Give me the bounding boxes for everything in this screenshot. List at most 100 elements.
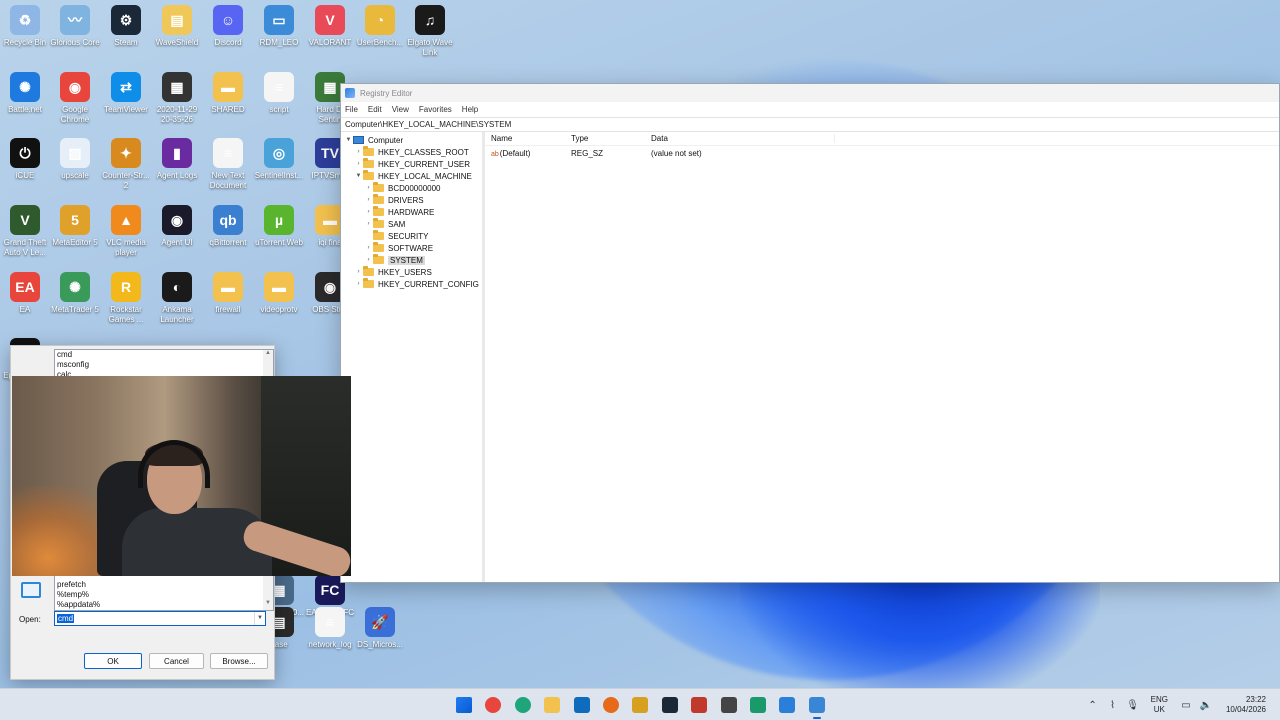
tree-item-sam[interactable]: › SAM [341,218,482,230]
tree-item-hkey-users[interactable]: › HKEY_USERS [341,266,482,278]
desktop-icon[interactable]: ♫ Elgato Wave Link [405,5,455,58]
clock[interactable]: 23:22 10/04/2026 [1226,695,1266,715]
desktop-icon[interactable]: ▲ VLC media player [101,205,151,258]
tree-item-hkey-classes-root[interactable]: › HKEY_CLASSES_ROOT [341,146,482,158]
desktop-icon[interactable]: ✺ Battle.net [0,72,50,115]
desktop-icon[interactable]: ▭ RDM_LEO [254,5,304,48]
menu-favorites[interactable]: Favorites [419,105,452,114]
column-type[interactable]: Type [565,134,645,143]
desktop-icon[interactable]: ✦ Counter-Str... 2 [101,138,151,191]
menu-help[interactable]: Help [462,105,478,114]
open-input[interactable]: cmd ▼ [54,611,266,626]
desktop-icon[interactable]: qb qBittorrent [203,205,253,248]
desktop-icon[interactable]: V VALORANT [305,5,355,48]
desktop-icon[interactable]: ≡ network_log [305,607,355,650]
network-icon[interactable]: ⌇ [1106,700,1120,711]
chevron-right-icon[interactable]: › [364,221,373,227]
address-bar[interactable]: Computer\HKEY_LOCAL_MACHINE\SYSTEM [341,117,1279,132]
scroll-up-icon[interactable]: ▲ [263,350,273,360]
desktop-icon[interactable]: 〰 Glorious Core [50,5,100,48]
volume-icon[interactable]: 🔈 [1199,700,1213,711]
microphone-icon[interactable]: 🎙 [1126,700,1140,711]
history-item[interactable]: %appdata% [55,600,263,610]
chevron-right-icon[interactable]: › [354,149,363,155]
chevron-right-icon[interactable]: › [364,209,373,215]
history-item[interactable]: %temp% [55,590,263,600]
activity-icon[interactable] [721,697,737,713]
desktop-icon[interactable]: ◉ Agent UI [152,205,202,248]
desktop-icon[interactable]: ▮ Agent Logs [152,138,202,181]
desktop-icon[interactable]: ◔ UserBench... [355,5,405,48]
display-icon[interactable]: ▭ [1179,700,1193,711]
tree-item-hkey-local-machine[interactable]: ▼ HKEY_LOCAL_MACHINE [341,170,482,182]
desktop-icon[interactable]: ☺ Discord [203,5,253,48]
menu-file[interactable]: File [345,105,358,114]
open-input-value[interactable]: cmd [57,614,75,623]
column-data[interactable]: Data [645,134,835,143]
chevron-right-icon[interactable]: › [354,161,363,167]
edge-icon[interactable] [515,697,531,713]
app-blue-icon[interactable] [779,697,795,713]
acrobat-icon[interactable] [691,697,707,713]
metaeditor-icon[interactable] [632,697,648,713]
value-row[interactable]: ab(Default) REG_SZ (value not set) [485,146,1279,160]
app-green-icon[interactable] [750,697,766,713]
chevron-right-icon[interactable]: › [364,185,373,191]
chevron-down-icon[interactable]: ▼ [254,612,265,625]
chevron-right-icon[interactable]: › [364,245,373,251]
tree-item-hardware[interactable]: › HARDWARE [341,206,482,218]
desktop-icon[interactable]: ◉ Google Chrome [50,72,100,125]
desktop-icon[interactable]: ◎ SentinelInst... [254,138,304,181]
tree-item-computer[interactable]: ▼ Computer [341,134,482,146]
chevron-right-icon[interactable]: › [364,257,373,263]
tree-item-bcd00000000[interactable]: › BCD00000000 [341,182,482,194]
ok-button[interactable]: OK [84,653,142,669]
desktop-icon[interactable]: EA EA [0,272,50,315]
scroll-down-icon[interactable]: ▼ [263,600,273,610]
title-bar[interactable]: Registry Editor [341,84,1279,102]
tree-item-drivers[interactable]: › DRIVERS [341,194,482,206]
tree-item-hkey-current-user[interactable]: › HKEY_CURRENT_USER [341,158,482,170]
regedit-taskbar-icon[interactable] [809,697,825,719]
desktop-icon[interactable]: V Grand Theft Auto V Le... [0,205,50,258]
chevron-up-icon[interactable]: ⌃ [1086,700,1100,711]
tree-item-hkey-current-config[interactable]: › HKEY_CURRENT_CONFIG [341,278,482,290]
chrome-icon[interactable] [485,697,501,713]
desktop-icon[interactable]: ≡ script [254,72,304,115]
desktop-icon[interactable]: ⚙ Steam [101,5,151,48]
chevron-down-icon[interactable]: ▼ [344,137,353,143]
chevron-down-icon[interactable]: ▼ [354,173,363,179]
outlook-icon[interactable] [574,697,590,713]
desktop-icon[interactable]: ♻ Recycle Bin [0,5,50,48]
desktop-icon[interactable]: ✺ MetaTrader 5 [50,272,100,315]
desktop-icon[interactable]: 🚀 DS_Micros... [355,607,405,650]
tree-item-security[interactable]: SECURITY [341,230,482,242]
history-item[interactable]: msconfig [55,360,273,370]
chevron-right-icon[interactable]: › [354,269,363,275]
desktop-icon[interactable]: ◐ Ankama Launcher [152,272,202,325]
column-name[interactable]: Name [485,134,565,143]
desktop-icon[interactable]: ▦ 2020-11-29 20-35-26 [152,72,202,125]
registry-editor-window[interactable]: Registry Editor File Edit View Favorites… [340,83,1280,583]
cancel-button[interactable]: Cancel [149,653,204,669]
chevron-right-icon[interactable]: › [364,197,373,203]
values-list[interactable]: Name Type Data ab(Default) REG_SZ (value… [485,132,1279,582]
desktop-icon[interactable]: 5 MetaEditor 5 [50,205,100,248]
desktop-icon[interactable]: R Rockstar Games ... [101,272,151,325]
history-item[interactable]: prefetch [55,580,263,590]
desktop-icon[interactable]: ≡ New Text Document [203,138,253,191]
browse-button[interactable]: Browse... [210,653,268,669]
menu-view[interactable]: View [392,105,409,114]
desktop-icon[interactable]: ▤ WaveShield [152,5,202,48]
desktop-icon[interactable]: ▨ upscale [50,138,100,181]
firefox-icon[interactable] [603,697,619,713]
desktop-icon[interactable]: ▬ firewall [203,272,253,315]
language-indicator[interactable]: ENG UK [1151,695,1168,715]
desktop-icon[interactable]: ▬ videoprotv [254,272,304,315]
desktop-icon[interactable]: µ uTorrent Web [254,205,304,248]
tree-item-system[interactable]: › SYSTEM [341,254,482,266]
tree-item-software[interactable]: › SOFTWARE [341,242,482,254]
chevron-right-icon[interactable]: › [354,281,363,287]
menu-edit[interactable]: Edit [368,105,382,114]
history-item[interactable]: cmd [55,350,273,360]
